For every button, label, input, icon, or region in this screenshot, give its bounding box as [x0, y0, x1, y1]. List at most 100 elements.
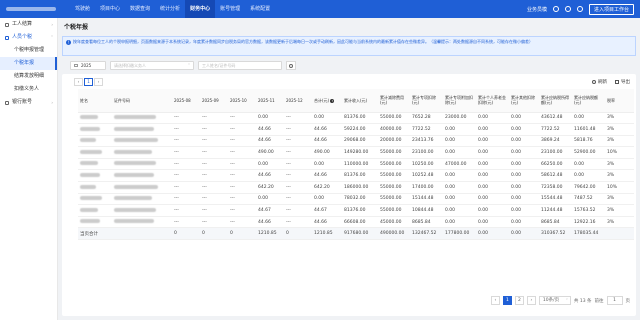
nav-item-accounts[interactable]: 账号管理	[215, 0, 245, 18]
mode-label[interactable]: 业务员模	[527, 6, 547, 13]
total-cell: 178035.44	[572, 227, 605, 241]
table-cell: 44.66	[256, 123, 284, 136]
next-page-button[interactable]: ›	[94, 78, 103, 86]
table-row[interactable]: --- --- --- 0.00 --- 0.00 81376.00 55000.00 7652…	[78, 112, 634, 125]
table-cell: ---	[228, 158, 256, 171]
table-cell: 0.00	[312, 112, 342, 125]
table-row[interactable]: --- --- --- 44.66 --- 44.66 59224.00 40000.00 77…	[78, 123, 634, 136]
sidebar-group-personal-tax[interactable]: 人员个税 ˅	[0, 31, 57, 44]
table-cell: 52900.00	[572, 146, 605, 159]
nav-item-stats[interactable]: 统计分析	[155, 0, 185, 18]
table-cell: 642.20	[312, 181, 342, 194]
table-cell: 55000.00	[378, 204, 410, 217]
chevron-down-icon: ˅	[188, 63, 190, 68]
table-cell: 3%	[605, 135, 634, 148]
sidebar: 工人结算 › 人员个税 ˅ 个税申报管理 个税年报 结算发放明细 扣缴义务人 银…	[0, 18, 58, 320]
table-cell: 66608.00	[342, 216, 378, 229]
year-picker[interactable]: 2025	[70, 61, 106, 70]
table-row[interactable]: --- --- --- 642.20 --- 642.20 186000.00 55000.0…	[78, 181, 634, 194]
page-1-button[interactable]: 1	[502, 296, 512, 305]
sidebar-group-bank-accounts[interactable]: 银行账号 ›	[0, 96, 57, 109]
redacted-text	[114, 126, 154, 131]
table-cell: 55000.00	[378, 146, 410, 159]
table-cell: 0.00	[509, 123, 539, 136]
page-1-button[interactable]: 1	[84, 78, 93, 86]
table-tools: 刷新 导出	[592, 79, 630, 85]
sidebar-group-worker-settlement[interactable]: 工人结算 ›	[0, 18, 57, 31]
table-cell: 8685.84	[539, 216, 572, 229]
next-page-button[interactable]: ›	[526, 296, 536, 305]
sidebar-item-settlement-details[interactable]: 结算发放明细	[0, 70, 57, 83]
table-cell: ---	[284, 135, 312, 148]
table-cell: 0.00	[443, 146, 476, 159]
sidebar-item-tax-declaration[interactable]: 个税申报管理	[0, 44, 57, 57]
table-cell: 10250.00	[410, 158, 443, 171]
table-cell: ---	[200, 169, 228, 183]
table-cell: 78032.00	[342, 193, 378, 206]
table-cell: ---	[200, 158, 228, 171]
chevron-right-icon: ›	[51, 22, 53, 27]
nav-item-finance[interactable]: 财务中心	[185, 0, 216, 18]
table-cell: 17400.00	[410, 181, 443, 194]
redacted-text	[80, 184, 96, 189]
page-2-button[interactable]: 2	[514, 296, 524, 305]
help-icon[interactable]	[552, 6, 559, 12]
jump-input[interactable]: 1	[606, 296, 623, 305]
page-suffix: 页	[625, 298, 631, 304]
nav-item-query[interactable]: 数据查询	[125, 0, 155, 18]
nav-item-projects[interactable]: 项目中心	[95, 0, 125, 18]
withholder-select[interactable]: 请选择扣缴义务人 ˅	[110, 61, 194, 70]
redacted-text	[114, 207, 156, 212]
filter-bar: 2025 请选择扣缴义务人 ˅ 工人姓名/证件号码	[70, 61, 296, 70]
total-cell	[605, 227, 634, 241]
table-cell: 0.00	[572, 158, 605, 171]
table-row[interactable]: --- --- --- 0.00 --- 0.00 110000.00 55000.00 102…	[78, 158, 634, 171]
export-button[interactable]: 导出	[615, 79, 630, 85]
user-avatar-icon[interactable]	[576, 6, 583, 12]
table-cell: ---	[228, 123, 256, 136]
logo[interactable]	[0, 0, 70, 18]
total-cell: 917680.00	[342, 227, 378, 241]
column-header: 累计专项附加扣除(元)	[443, 89, 476, 113]
export-label: 导出	[621, 80, 630, 85]
name-search-input[interactable]: 工人姓名/证件号码	[198, 61, 282, 70]
redacted-text	[114, 138, 158, 143]
table-cell: 55000.00	[378, 158, 410, 171]
cell-name-redacted	[78, 123, 112, 136]
table-cell: 0.00	[476, 216, 509, 229]
table-row[interactable]: --- --- --- 44.67 --- 44.67 81376.00 55000.00 10…	[78, 204, 634, 217]
prev-page-button[interactable]: ‹	[74, 78, 83, 86]
table-row[interactable]: --- --- --- 0.00 --- 0.00 78032.00 55000.00 1514…	[78, 193, 634, 206]
table-row[interactable]: --- --- --- 44.66 --- 44.66 66608.00 45000.00 86…	[78, 216, 634, 229]
table-cell: 55000.00	[378, 193, 410, 206]
help-icon[interactable]: ?	[330, 98, 335, 103]
refresh-label: 刷新	[598, 80, 607, 85]
sidebar-item-tax-annual-report[interactable]: 个税年报	[0, 57, 57, 70]
person-icon	[5, 35, 9, 40]
refresh-button[interactable]: 刷新	[592, 79, 607, 85]
table-cell: 0.00	[509, 158, 539, 171]
bell-icon[interactable]	[564, 6, 571, 12]
nav-item-settings[interactable]: 系统配置	[245, 0, 275, 18]
page-size-select[interactable]: 10条/页 ˅	[538, 296, 571, 305]
search-button[interactable]	[286, 61, 296, 70]
table-cell: 0.00	[509, 193, 539, 206]
enter-workspace-button[interactable]: 进入项目工作台	[588, 3, 634, 15]
table-cell: 0.00	[312, 158, 342, 171]
table-cell: 0.00	[572, 169, 605, 183]
redacted-text	[80, 149, 102, 154]
table-cell: 8685.84	[410, 216, 443, 229]
table-cell: 0.00	[443, 204, 476, 217]
nav-item-cockpit[interactable]: 驾驶舱	[70, 0, 95, 18]
total-cell: 0	[228, 227, 256, 241]
table-row[interactable]: --- --- --- 44.66 --- 44.66 29068.00 20000.00 23…	[78, 135, 634, 148]
table-row[interactable]: --- --- --- 490.00 --- 490.00 149280.00 55000.0…	[78, 146, 634, 159]
prev-page-button[interactable]: ‹	[490, 296, 500, 305]
table-cell: ---	[284, 112, 312, 125]
sidebar-item-withholder[interactable]: 扣缴义务人	[0, 83, 57, 96]
table-cell: 0.00	[476, 123, 509, 136]
table-cell: 3%	[605, 112, 634, 125]
table-row[interactable]: --- --- --- 44.66 --- 44.66 81376.00 55000.00 10…	[78, 169, 634, 183]
table-cell: 29068.00	[342, 135, 378, 148]
redacted-text	[114, 184, 158, 189]
